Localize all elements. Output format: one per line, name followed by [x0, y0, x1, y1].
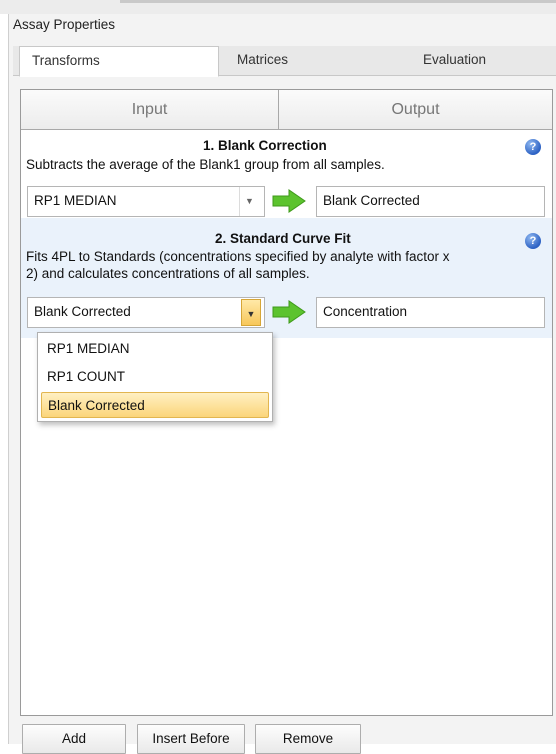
step2-description-line1: Fits 4PL to Standards (concentrations sp…	[26, 249, 450, 264]
panel-title: Assay Properties	[13, 17, 116, 32]
help-icon[interactable]: ?	[525, 233, 541, 249]
help-icon[interactable]: ?	[525, 139, 541, 155]
tab-transforms[interactable]: Transforms	[19, 46, 219, 77]
chevron-down-icon[interactable]: ▼	[239, 187, 259, 216]
step2-input-dropdown-list: RP1 MEDIAN RP1 COUNT Blank Corrected	[37, 332, 273, 422]
step2-output-textbox[interactable]: Concentration	[316, 297, 545, 328]
step2-heading: 2. Standard Curve Fit	[215, 231, 351, 246]
insert-before-button[interactable]: Insert Before	[137, 724, 245, 754]
step2-output-value: Concentration	[323, 304, 408, 319]
step1-output-textbox[interactable]: Blank Corrected	[316, 186, 545, 217]
tab-matrices[interactable]: Matrices	[237, 46, 357, 76]
dropdown-option[interactable]: RP1 MEDIAN	[41, 336, 269, 362]
io-header: Input Output	[21, 90, 552, 130]
step2-description-line2: 2) and calculates concentrations of all …	[26, 266, 310, 281]
input-column-header: Input	[21, 90, 279, 130]
step1-output-value: Blank Corrected	[323, 193, 420, 208]
step1-description: Subtracts the average of the Blank1 grou…	[26, 157, 385, 172]
transforms-content: Input Output 1. Blank Correction ? Subtr…	[20, 89, 553, 716]
add-button[interactable]: Add	[22, 724, 126, 754]
dropdown-option[interactable]: RP1 COUNT	[41, 364, 269, 390]
step2-input-value: Blank Corrected	[34, 304, 131, 319]
step1-input-value: RP1 MEDIAN	[34, 193, 117, 208]
step1-heading: 1. Blank Correction	[203, 138, 327, 153]
step2-input-combobox[interactable]: Blank Corrected ▼	[27, 297, 265, 328]
dropdown-option-selected[interactable]: Blank Corrected	[41, 392, 269, 418]
chevron-down-icon[interactable]: ▼	[241, 299, 261, 326]
remove-button[interactable]: Remove	[255, 724, 361, 754]
output-column-header: Output	[391, 101, 440, 118]
arrow-right-icon	[272, 300, 306, 324]
tab-evaluation[interactable]: Evaluation	[423, 46, 543, 76]
arrow-right-icon	[272, 189, 306, 213]
window-top-border	[120, 0, 556, 3]
tab-bar: Transforms Matrices Evaluation	[13, 46, 556, 77]
assay-properties-panel: Assay Properties Transforms Matrices Eva…	[8, 14, 556, 754]
step1-input-combobox[interactable]: RP1 MEDIAN ▼	[27, 186, 265, 217]
